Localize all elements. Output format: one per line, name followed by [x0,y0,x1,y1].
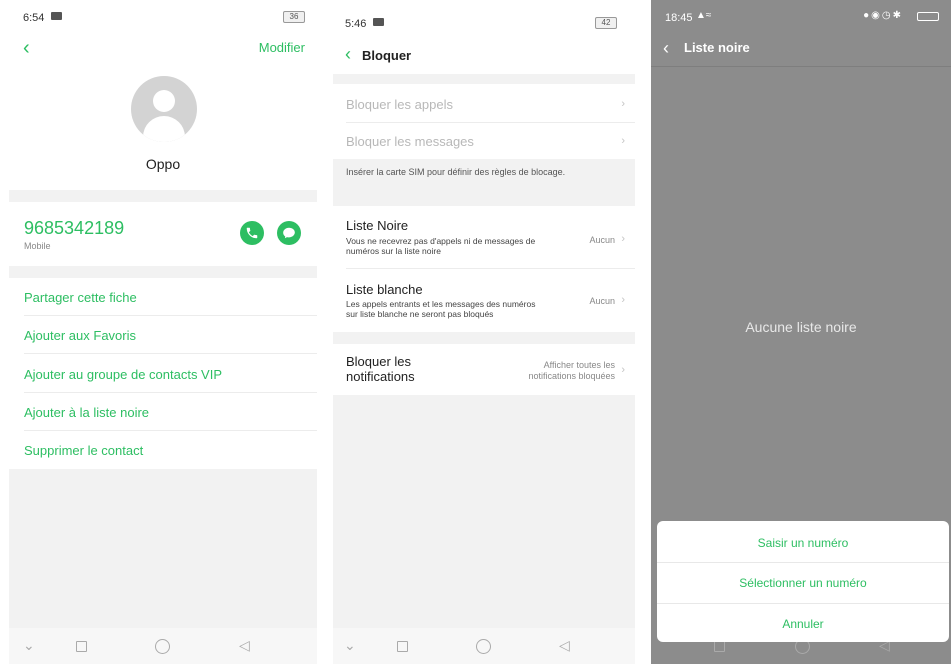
navigation-bar: ⌄ ◁ [9,628,317,664]
image-notification-icon [373,18,384,26]
chevron-right-icon: › [621,98,625,110]
phone-type-label: Mobile [24,241,51,251]
status-time: 6:54 [23,12,45,24]
avatar [131,76,197,142]
message-icon [283,227,295,239]
status-time: 5:46 [345,18,367,30]
status-bar: 18:45 ▲≈ ●◉◷✱ [651,0,951,34]
sim-hint: Insérer la carte SIM pour définir des rè… [346,167,566,177]
contact-screen: 6:54 36 ‹ Modifier Oppo 9685342189 Mobil… [9,0,317,664]
select-number-option[interactable]: Sélectionner un numéro [657,576,949,590]
signal-icon: ▲≈ [696,10,712,21]
back-triangle-icon[interactable]: ◁ [559,637,570,654]
empty-area [9,469,317,628]
modify-button[interactable]: Modifier [259,40,305,55]
phone-number[interactable]: 9685342189 [24,218,124,239]
battery-icon [917,12,939,21]
add-vip-group-action[interactable]: Ajouter au groupe de contacts VIP [24,367,222,382]
phone-icon [246,227,258,239]
block-settings-screen: 5:46 42 ‹ Bloquer Bloquer les appels › B… [333,0,635,664]
chevron-right-icon: › [621,294,625,306]
divider [9,266,317,278]
whitelist-value: Aucun [589,296,615,306]
whitelist-title[interactable]: Liste blanche [346,282,423,297]
status-bar: 5:46 42 [333,6,635,40]
chevron-down-icon[interactable]: ⌄ [344,637,356,654]
chevron-right-icon: › [621,364,625,376]
battery-indicator: 42 [595,17,617,29]
recents-icon[interactable] [76,641,87,652]
recents-icon[interactable] [714,641,725,652]
blacklist-title[interactable]: Liste Noire [346,218,408,233]
status-time: 18:45 [665,12,693,24]
image-notification-icon [51,12,62,20]
chevron-down-icon[interactable]: ⌄ [23,637,35,654]
add-favorites-action[interactable]: Ajouter aux Favoris [24,328,136,343]
status-icons: ●◉◷✱ [863,10,903,21]
chevron-right-icon: › [621,233,625,245]
block-notifications-value: Afficher toutes les notifications bloqué… [528,360,615,381]
navigation-bar: ⌄ ◁ [333,628,635,664]
empty-area [333,395,635,628]
blacklist-screen: 18:45 ▲≈ ●◉◷✱ ‹ Liste noire Aucune liste… [651,0,951,664]
page-title: Bloquer [362,48,412,63]
block-messages-item[interactable]: Bloquer les messages [346,134,474,149]
battery-indicator: 36 [283,11,305,23]
back-button[interactable]: ‹ [23,38,43,58]
block-calls-item[interactable]: Bloquer les appels [346,97,453,112]
cancel-option[interactable]: Annuler [657,617,949,631]
call-button[interactable] [240,221,264,245]
share-contact-action[interactable]: Partager cette fiche [24,290,137,305]
recents-icon[interactable] [397,641,408,652]
add-blacklist-action[interactable]: Ajouter à la liste noire [24,405,149,420]
home-icon[interactable] [476,639,491,654]
blacklist-description: Vous ne recevrez pas d'appels ni de mess… [346,236,536,256]
back-triangle-icon[interactable]: ◁ [239,637,250,654]
home-icon[interactable] [155,639,170,654]
status-bar: 6:54 36 [9,0,317,34]
divider [9,190,317,202]
blacklist-value: Aucun [589,235,615,245]
page-title: Liste noire [684,40,750,55]
empty-state-message: Aucune liste noire [745,319,857,335]
whitelist-description: Les appels entrants et les messages des … [346,299,536,319]
chevron-right-icon: › [621,135,625,147]
contact-name: Oppo [145,156,181,172]
message-button[interactable] [277,221,301,245]
action-sheet: Saisir un numéro Sélectionner un numéro … [657,521,949,642]
delete-contact-action[interactable]: Supprimer le contact [24,443,143,458]
block-notifications-item[interactable]: Bloquer les notifications [346,354,415,384]
enter-number-option[interactable]: Saisir un numéro [657,536,949,550]
back-button[interactable]: ‹ [663,38,683,58]
